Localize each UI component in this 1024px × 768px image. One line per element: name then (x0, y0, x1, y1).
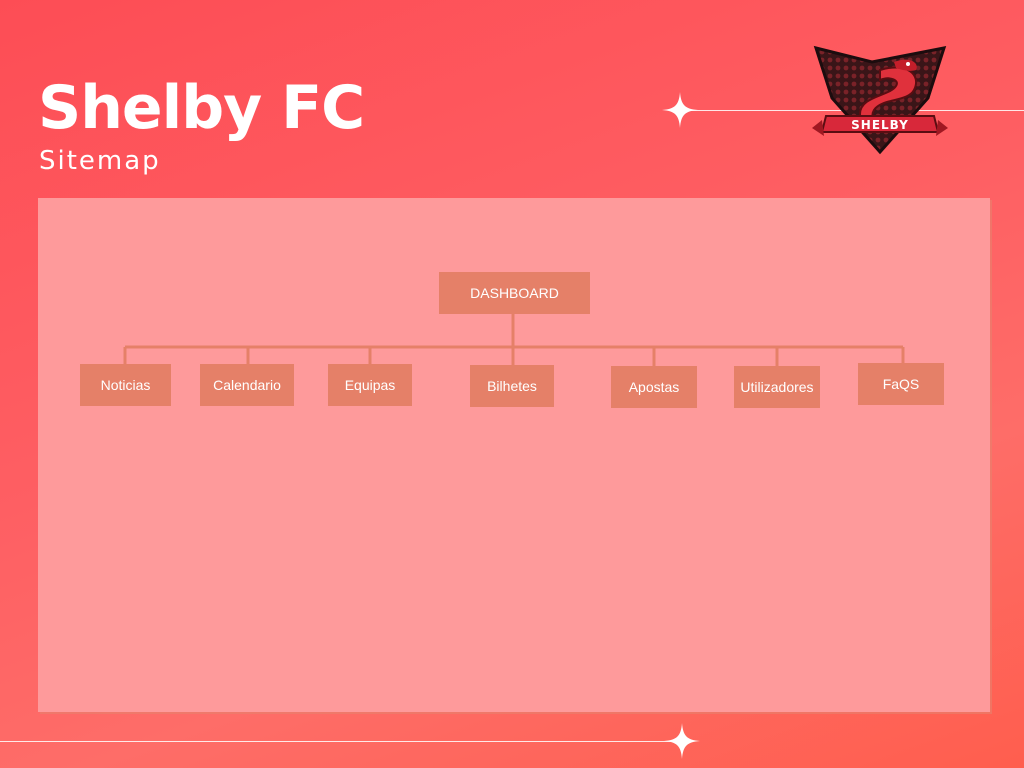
sparkle-icon (662, 92, 698, 128)
bottom-divider-line (0, 741, 682, 742)
sitemap-node-utilizadores: Utilizadores (734, 366, 820, 408)
sitemap-panel: DASHBOARD Noticias Calendario Equipas Bi… (38, 198, 990, 712)
page-title: Shelby FC (38, 73, 365, 143)
shelby-logo-icon: SHELBY (812, 45, 948, 155)
sitemap-node-bilhetes: Bilhetes (470, 365, 554, 407)
sitemap-node-dashboard: DASHBOARD (439, 272, 590, 314)
sparkle-icon (664, 723, 700, 759)
page-subtitle: Sitemap (39, 146, 161, 176)
sitemap-node-noticias: Noticias (80, 364, 171, 406)
sitemap-node-faqs: FaQS (858, 363, 944, 405)
sitemap-node-calendario: Calendario (200, 364, 294, 406)
logo-text: SHELBY (851, 118, 909, 132)
sitemap-node-equipas: Equipas (328, 364, 412, 406)
sitemap-node-apostas: Apostas (611, 366, 697, 408)
